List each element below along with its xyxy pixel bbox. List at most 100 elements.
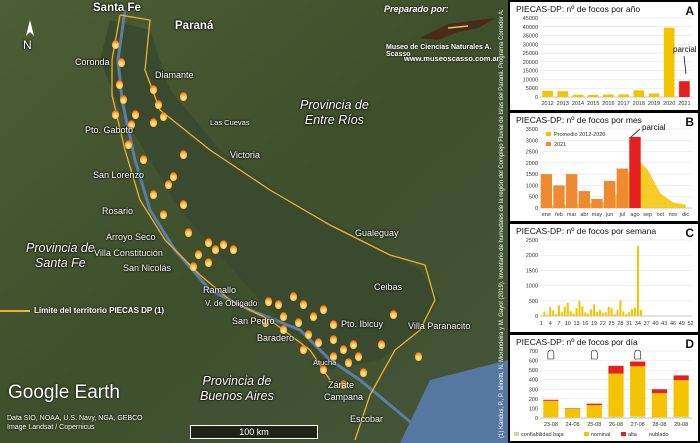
fire-point <box>265 297 272 306</box>
fire-point <box>205 258 212 267</box>
x-tick-label: 27-08 <box>631 422 645 428</box>
city-label: Arroyo Seco <box>106 232 156 242</box>
fire-point <box>290 292 297 301</box>
bar-segment <box>543 417 559 418</box>
fire-point <box>155 100 162 109</box>
x-tick-label: 25-08 <box>587 422 601 428</box>
bar-segment <box>543 400 559 418</box>
y-tick-label: 5000 <box>526 86 538 92</box>
city-label: Pto. Ibicuy <box>341 319 384 329</box>
legend-swatch <box>584 432 589 436</box>
bar-segment <box>630 416 646 418</box>
city-label: San Pedro <box>232 316 275 326</box>
x-tick-label: dic <box>682 212 689 218</box>
fire-point <box>230 245 237 254</box>
annotation-label: parcial <box>673 45 697 54</box>
fire-point <box>330 320 337 329</box>
y-tick-label: 2000 <box>526 161 538 167</box>
fire-point <box>125 140 132 149</box>
legend-label: Promedio 2012-2020 <box>554 132 605 138</box>
bar <box>593 304 596 316</box>
city-label: Ramallo <box>203 285 237 295</box>
city-label: Villa Constitución <box>94 248 163 258</box>
chart-panel-d: PIECAS-DP: nº de focos por día D 0 100 200… <box>510 335 698 441</box>
bar <box>618 94 629 97</box>
y-tick-label: 10000 <box>523 77 538 83</box>
y-tick-label: 0 <box>535 95 538 101</box>
y-tick-label: 0 <box>535 206 538 212</box>
city-label: V. de Obligado <box>205 299 258 308</box>
fire-point <box>195 250 202 259</box>
bar <box>587 313 590 316</box>
x-tick-label: 46 <box>670 321 676 327</box>
chart-c: 050010001500200025001 4 7 10 13 16 19 22 25 28 31 3… <box>526 238 694 327</box>
y-tick-label: 100 <box>529 406 538 412</box>
province-line: Provincia de <box>202 374 272 388</box>
bar-segment <box>651 393 668 418</box>
province-line: Entre Ríos <box>304 113 364 127</box>
legend-label: nominal <box>591 432 610 438</box>
bar <box>540 315 543 316</box>
city-label: Las Cuevas <box>210 118 250 127</box>
x-tick-label: abr <box>580 212 588 218</box>
fire-point <box>305 330 312 339</box>
bar <box>604 312 607 316</box>
fire-point <box>112 40 119 49</box>
bar <box>587 94 599 97</box>
bar <box>601 312 604 316</box>
x-tick-label: 37 <box>644 321 650 327</box>
y-tick-label: 40000 <box>523 25 538 31</box>
x-tick-label: sep <box>643 212 652 218</box>
legend-text: Límite del territorio PIECAS DP (1) <box>34 306 165 315</box>
bar <box>616 168 629 208</box>
bar <box>603 180 616 208</box>
bar <box>578 300 581 316</box>
x-tick-label: 28-08 <box>652 422 666 428</box>
province-label: Provincia de Entre Ríos <box>300 98 369 128</box>
bar <box>591 198 603 208</box>
bar-segment <box>608 365 624 374</box>
x-tick-label: 16 <box>582 321 588 327</box>
city-label: Paraná <box>175 20 214 32</box>
x-tick-label: 40 <box>652 321 658 327</box>
bar <box>569 311 572 316</box>
reference-note: (1) Kandus, P., P. Minotti, N. Morandeir… <box>499 10 505 438</box>
legend-swatch <box>546 132 551 136</box>
cloud-icon <box>634 349 642 360</box>
x-tick-label: 1 <box>540 321 543 327</box>
y-tick-label: 600 <box>529 359 538 365</box>
map-credits: Data SIO, NOAA, U.S. Navy, NGA, GEBCO Im… <box>7 414 143 432</box>
x-tick-label: 2021 <box>678 101 690 107</box>
bar <box>563 306 566 316</box>
city-label: Campana <box>324 392 364 402</box>
credits-line: Image Landsat / Copernicus <box>7 424 95 431</box>
city-label: Diamante <box>155 70 194 80</box>
satellite-map[interactable]: N Provincia de Entre Ríos Provincia de S… <box>0 0 508 443</box>
fire-point <box>345 358 352 367</box>
legend-label: alta <box>628 432 638 438</box>
bar <box>575 308 578 316</box>
fire-point <box>112 110 119 119</box>
fire-point <box>390 310 397 319</box>
chart-b: 0 500 1000 1500 2000 2500 3000 3500 ene feb mar abr… <box>526 123 692 218</box>
province-line: Provincia de <box>300 98 369 112</box>
y-tick-label: 1500 <box>526 268 538 274</box>
website-link[interactable]: www.museoscasso.com.ar <box>404 54 500 63</box>
bar <box>584 312 587 316</box>
x-tick-label: 2016 <box>602 101 614 107</box>
fire-point <box>295 318 302 327</box>
bar <box>610 308 613 316</box>
province-label: Provincia de Santa Fe <box>26 241 95 271</box>
fire-point <box>310 312 317 321</box>
bar <box>590 309 593 316</box>
x-tick-label: 52 <box>687 321 693 327</box>
bar-segment <box>651 417 668 418</box>
bar-segment <box>630 366 646 417</box>
y-tick-label: 2500 <box>526 150 538 156</box>
fire-point <box>185 228 192 237</box>
prepared-by-label: Preparado por: <box>384 4 449 14</box>
x-tick-label: jul <box>619 212 626 218</box>
y-tick-label: 25000 <box>523 51 538 57</box>
x-tick-label: 2017 <box>617 101 629 107</box>
fire-point <box>116 80 123 89</box>
